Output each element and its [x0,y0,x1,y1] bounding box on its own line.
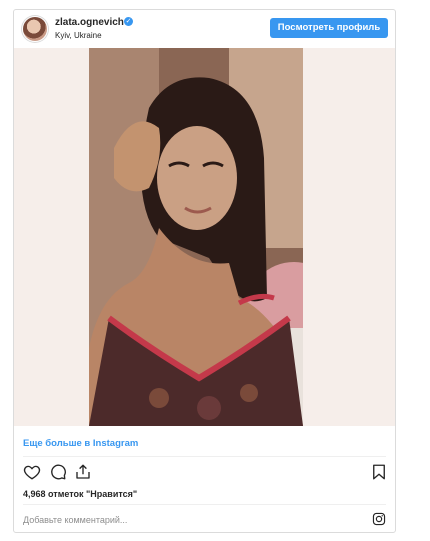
post-header: zlata.ognevich ✓ Kyiv, Ukraine Посмотрет… [14,10,395,48]
post-photo[interactable] [89,48,303,426]
divider [23,456,386,457]
bookmark-icon[interactable] [370,463,388,481]
verified-badge-icon: ✓ [124,17,133,26]
view-profile-button[interactable]: Посмотреть профиль [270,18,388,38]
username[interactable]: zlata.ognevich [55,17,124,28]
avatar[interactable] [23,17,47,41]
post-media[interactable] [14,48,395,426]
likes-count[interactable]: 4,968 отметок "Нравится" [23,489,137,499]
instagram-embed-card: zlata.ognevich ✓ Kyiv, Ukraine Посмотрет… [13,9,396,533]
location[interactable]: Kyiv, Ukraine [55,31,102,40]
add-comment-input[interactable]: Добавьте комментарий... [23,515,127,525]
comment-icon[interactable] [49,463,67,481]
share-icon[interactable] [74,463,92,481]
portrait-illustration [89,48,303,426]
more-on-instagram-link[interactable]: Еще больше в Instagram [23,438,138,449]
divider [23,504,386,505]
instagram-logo-icon[interactable] [372,512,386,526]
heart-icon[interactable] [23,463,41,481]
